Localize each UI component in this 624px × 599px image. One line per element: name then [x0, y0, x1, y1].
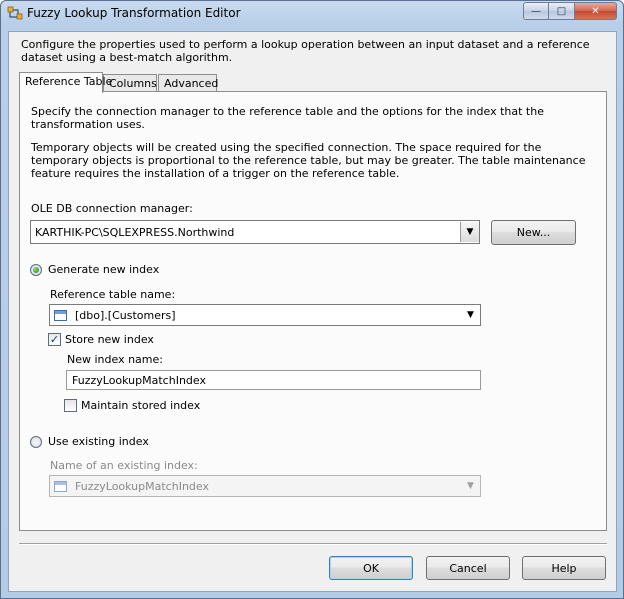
new-connection-button[interactable]: New...	[491, 220, 576, 245]
existing-index-value: FuzzyLookupMatchIndex	[75, 479, 209, 493]
reference-table-value: [dbo].[Customers]	[75, 308, 176, 322]
ssis-transform-icon	[7, 6, 23, 20]
chevron-down-icon[interactable]: ▼	[461, 305, 480, 325]
maintain-stored-index-label[interactable]: Maintain stored index	[81, 399, 200, 412]
caption-buttons: — □ ✕	[523, 2, 617, 20]
chevron-down-icon[interactable]: ▼	[460, 222, 479, 242]
connection-manager-value: KARTHIK-PC\SQLEXPRESS.Northwind	[35, 225, 235, 239]
dialog-client: Configure the properties used to perform…	[8, 31, 617, 592]
store-new-index-checkbox[interactable]: ✓	[48, 333, 61, 346]
new-index-name-label: New index name:	[67, 353, 163, 366]
reference-table-panel: Specify the connection manager to the re…	[19, 91, 607, 531]
close-button[interactable]: ✕	[575, 2, 617, 20]
reference-table-combo[interactable]: [dbo].[Customers] ▼	[49, 304, 481, 326]
maximize-icon: □	[556, 5, 567, 17]
panel-intro: Specify the connection manager to the re…	[31, 105, 544, 131]
connection-manager-label: OLE DB connection manager:	[31, 202, 193, 215]
table-icon	[54, 480, 67, 492]
maintain-stored-index-checkbox[interactable]	[64, 399, 77, 412]
reference-table-label: Reference table name:	[50, 288, 176, 301]
dialog-description: Configure the properties used to perform…	[21, 38, 590, 64]
minimize-icon: —	[531, 5, 541, 17]
existing-index-combo: FuzzyLookupMatchIndex ▼	[49, 475, 481, 497]
title-bar[interactable]: Fuzzy Lookup Transformation Editor — □ ✕	[1, 1, 623, 25]
existing-index-label: Name of an existing index:	[50, 459, 198, 472]
tab-reference-table[interactable]: Reference Table	[19, 72, 112, 93]
generate-new-index-label[interactable]: Generate new index	[48, 263, 159, 276]
temp-objects-note: Temporary objects will be created using …	[31, 141, 586, 180]
editor-window: Fuzzy Lookup Transformation Editor — □ ✕…	[0, 0, 624, 599]
maximize-button[interactable]: □	[549, 2, 575, 20]
use-existing-index-label[interactable]: Use existing index	[48, 435, 149, 448]
window-title: Fuzzy Lookup Transformation Editor	[27, 6, 241, 20]
tab-advanced[interactable]: Advanced	[158, 74, 218, 92]
help-button[interactable]: Help	[522, 556, 606, 580]
connection-manager-combo[interactable]: KARTHIK-PC\SQLEXPRESS.Northwind ▼	[30, 220, 480, 244]
table-icon	[54, 309, 67, 321]
close-icon: ✕	[591, 5, 600, 17]
footer-separator	[19, 543, 607, 545]
ok-button[interactable]: OK	[329, 556, 413, 580]
store-new-index-label[interactable]: Store new index	[65, 333, 154, 346]
generate-new-index-radio[interactable]	[30, 264, 42, 276]
minimize-button[interactable]: —	[523, 2, 549, 20]
use-existing-index-radio[interactable]	[30, 436, 42, 448]
cancel-button[interactable]: Cancel	[426, 556, 510, 580]
new-index-name-input[interactable]: FuzzyLookupMatchIndex	[66, 370, 481, 390]
chevron-down-icon: ▼	[467, 481, 474, 491]
